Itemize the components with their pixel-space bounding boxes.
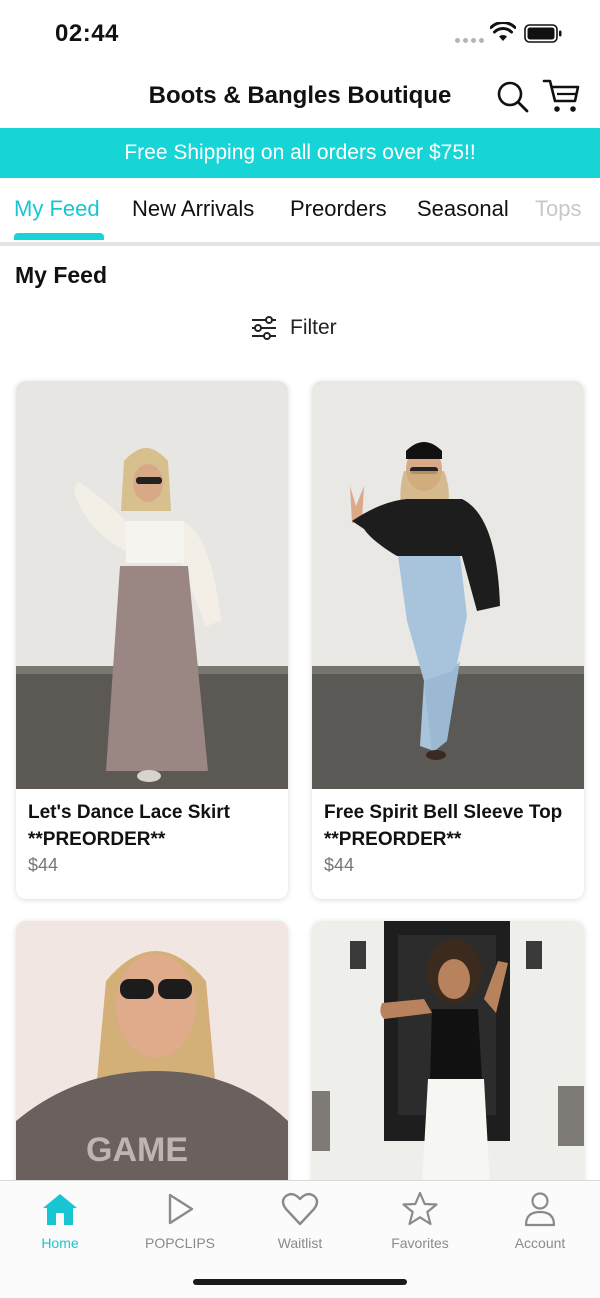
tab-bar-label: Waitlist (277, 1235, 323, 1251)
tab-bar-label: Account (514, 1235, 566, 1251)
tab-bar-popclips[interactable]: POPCLIPS (120, 1191, 240, 1251)
filter-button[interactable]: Filter (250, 310, 337, 346)
tab-bar-account[interactable]: Account (480, 1191, 600, 1251)
app-header: Boots & Bangles Boutique (0, 68, 600, 128)
tab-new-arrivals[interactable]: New Arrivals (132, 196, 254, 222)
product-image[interactable] (312, 381, 584, 789)
sliders-icon (252, 316, 276, 340)
status-bar: 02:44 (0, 0, 600, 68)
product-card[interactable] (312, 921, 584, 1221)
wifi-icon (490, 22, 516, 41)
filter-label: Filter (290, 316, 337, 339)
product-image[interactable] (16, 381, 288, 789)
home-icon (43, 1194, 77, 1225)
signal-icon (455, 38, 484, 43)
tab-preorders[interactable]: Preorders (290, 196, 387, 222)
product-image[interactable]: GAME (16, 921, 288, 1221)
product-name[interactable]: Free Spirit Bell Sleeve Top **PREORDER** (324, 799, 579, 853)
product-card[interactable]: Free Spirit Bell Sleeve Top **PREORDER**… (312, 381, 584, 899)
tab-bar-label: Favorites (391, 1235, 449, 1251)
search-icon[interactable] (496, 80, 530, 114)
tab-bar-label: Home (41, 1235, 79, 1251)
play-icon (168, 1193, 194, 1225)
heart-icon (281, 1192, 319, 1226)
status-time: 02:44 (55, 20, 119, 47)
product-name[interactable]: Let's Dance Lace Skirt **PREORDER** (28, 799, 283, 853)
tab-seasonal[interactable]: Seasonal (417, 196, 509, 222)
product-price: $44 (28, 855, 59, 875)
tab-tops[interactable]: Tops (535, 196, 581, 222)
active-tab-indicator (14, 233, 104, 240)
promo-banner[interactable]: Free Shipping on all orders over $75!! (0, 128, 600, 178)
tab-my-feed[interactable]: My Feed (14, 196, 100, 222)
category-tabs: My Feed New Arrivals Preorders Seasonal … (0, 178, 600, 242)
battery-icon (524, 24, 562, 43)
tabs-divider (0, 242, 600, 246)
product-card[interactable]: Let's Dance Lace Skirt **PREORDER** $44 (16, 381, 288, 899)
person-icon (524, 1192, 556, 1227)
tab-bar-waitlist[interactable]: Waitlist (240, 1191, 360, 1251)
star-icon (402, 1191, 438, 1226)
svg-text:GAME: GAME (86, 1131, 188, 1169)
product-price: $44 (324, 855, 355, 875)
cart-icon[interactable] (542, 78, 580, 114)
product-image[interactable] (312, 921, 584, 1221)
tab-bar-label: POPCLIPS (144, 1235, 216, 1251)
tab-bar-favorites[interactable]: Favorites (360, 1191, 480, 1251)
home-indicator (193, 1279, 407, 1285)
feed-heading: My Feed (15, 262, 108, 288)
product-card[interactable]: GAME (16, 921, 288, 1221)
tab-bar-home[interactable]: Home (0, 1191, 120, 1251)
